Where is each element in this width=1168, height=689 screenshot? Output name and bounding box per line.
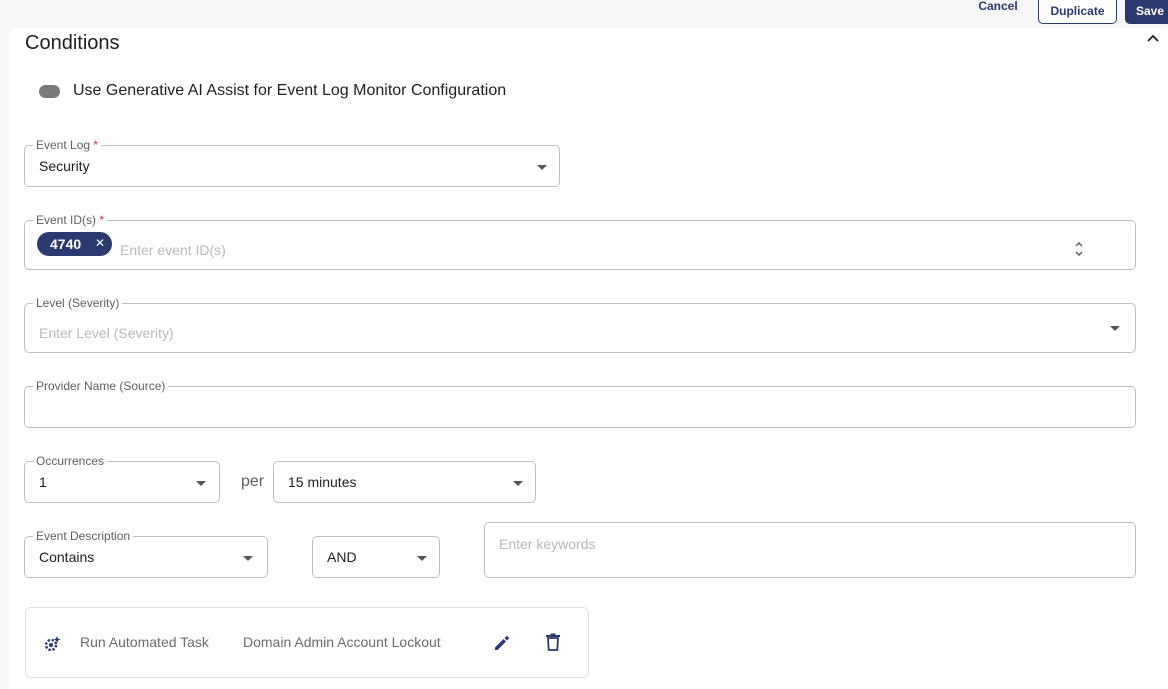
chevron-down-icon: [1110, 326, 1120, 331]
event-log-label: Event Log *: [33, 138, 102, 152]
provider-name-label: Provider Name (Source): [33, 379, 169, 393]
ai-assist-label: Use Generative AI Assist for Event Log M…: [73, 82, 507, 99]
event-ids-input[interactable]: Enter event ID(s): [120, 242, 226, 258]
trash-icon[interactable]: [545, 633, 561, 651]
event-id-chip: 4740 ✕: [37, 232, 112, 256]
keywords-input[interactable]: Enter keywords: [499, 536, 595, 552]
logic-operator-select[interactable]: AND: [312, 536, 440, 578]
automated-task-card: Run Automated Task Domain Admin Account …: [25, 607, 589, 678]
level-input: Enter Level (Severity): [39, 325, 174, 341]
event-ids-label: Event ID(s) *: [33, 213, 108, 227]
chevron-down-icon: [513, 481, 523, 486]
event-description-label: Event Description: [33, 529, 134, 543]
event-description-select[interactable]: Event Description Contains: [24, 529, 268, 578]
event-ids-field[interactable]: Event ID(s) * 4740 ✕ Enter event ID(s): [24, 213, 1136, 270]
keywords-field[interactable]: Enter keywords: [484, 522, 1136, 578]
occurrences-select[interactable]: Occurrences 1: [24, 454, 220, 503]
chevron-down-icon: [537, 165, 547, 170]
event-log-value: Security: [39, 158, 90, 174]
chevron-down-icon: [417, 556, 427, 561]
edit-icon[interactable]: [493, 634, 511, 652]
duplicate-button[interactable]: Duplicate: [1038, 0, 1117, 24]
interval-value: 15 minutes: [288, 474, 357, 490]
toggle-track: [39, 85, 60, 98]
task-name: Domain Admin Account Lockout: [243, 634, 441, 650]
occurrences-value: 1: [39, 474, 47, 490]
event-log-select[interactable]: Event Log * Security: [24, 138, 560, 187]
chip-remove-icon[interactable]: ✕: [95, 236, 105, 250]
level-label: Level (Severity): [33, 296, 123, 310]
logic-operator-value: AND: [327, 549, 357, 565]
expand-collapse-icon[interactable]: [1074, 241, 1084, 257]
conditions-card: [9, 28, 1168, 689]
chevron-down-icon: [243, 556, 253, 561]
task-type: Run Automated Task: [80, 634, 209, 650]
action-bar: Cancel Duplicate Save: [0, 0, 1168, 28]
provider-name-field[interactable]: Provider Name (Source): [24, 379, 1136, 428]
per-label: per: [241, 473, 265, 490]
occurrences-label: Occurrences: [33, 454, 108, 468]
interval-select[interactable]: 15 minutes: [273, 461, 536, 503]
chevron-up-icon[interactable]: [1146, 32, 1160, 46]
chip-label: 4740: [50, 236, 82, 252]
level-select[interactable]: Level (Severity) Enter Level (Severity): [24, 296, 1136, 353]
section-title: Conditions: [25, 32, 120, 54]
ai-assist-toggle[interactable]: [39, 85, 60, 98]
event-description-operator: Contains: [39, 549, 95, 565]
gear-automation-icon: [44, 636, 61, 652]
chevron-down-icon: [196, 481, 206, 486]
save-button[interactable]: Save: [1125, 0, 1168, 24]
cancel-button[interactable]: Cancel: [966, 0, 1030, 15]
